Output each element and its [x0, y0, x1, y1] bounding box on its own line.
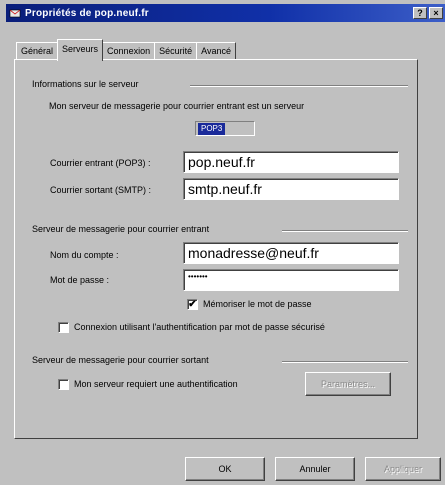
incoming-server-type-select[interactable]: POP3	[195, 121, 255, 136]
outgoing-server-label: Courrier sortant (SMTP) :	[50, 185, 152, 195]
remember-password-checkbox[interactable]: ✔	[187, 299, 198, 310]
spa-label: Connexion utilisant l'authentification p…	[74, 322, 325, 332]
account-name-label: Nom du compte :	[50, 250, 119, 260]
tab-general[interactable]: Général	[16, 42, 59, 60]
outgoing-server-field[interactable]: smtp.neuf.fr	[183, 178, 399, 200]
outgoing-settings-button[interactable]: Paramètres...	[305, 372, 391, 396]
group-divider	[190, 85, 408, 87]
password-field[interactable]: •••••••	[183, 269, 399, 291]
apply-button[interactable]: Appliquer	[365, 457, 441, 481]
tab-servers[interactable]: Serveurs	[57, 39, 104, 61]
window-title: Propriétés de pop.neuf.fr	[25, 7, 149, 19]
group-divider	[282, 361, 408, 363]
outgoing-auth-label: Mon serveur requiert une authentificatio…	[74, 379, 238, 389]
tab-security[interactable]: Sécurité	[154, 42, 198, 60]
spa-checkbox[interactable]	[58, 322, 69, 333]
incoming-server-heading: Serveur de messagerie pour courrier entr…	[32, 224, 210, 234]
incoming-type-text: Mon serveur de messagerie pour courrier …	[49, 101, 305, 111]
incoming-server-label: Courrier entrant (POP3) :	[50, 158, 151, 168]
close-button[interactable]: ×	[429, 7, 443, 19]
ok-button[interactable]: OK	[185, 457, 265, 481]
password-label: Mot de passe :	[50, 275, 110, 285]
incoming-server-field[interactable]: pop.neuf.fr	[183, 151, 399, 173]
incoming-server-type-value: POP3	[198, 123, 226, 135]
group-divider	[282, 230, 408, 232]
help-button[interactable]: ?	[413, 7, 427, 19]
remember-password-label: Mémoriser le mot de passe	[203, 299, 312, 309]
tab-advanced[interactable]: Avancé	[196, 42, 236, 60]
account-name-field[interactable]: monadresse@neuf.fr	[183, 242, 399, 264]
tab-connection[interactable]: Connexion	[102, 42, 156, 60]
title-bar: Propriétés de pop.neuf.fr ? ×	[6, 4, 445, 22]
server-info-heading: Informations sur le serveur	[32, 79, 139, 89]
outgoing-server-heading: Serveur de messagerie pour courrier sort…	[32, 355, 209, 365]
tab-strip: Général Serveurs Connexion Sécurité Avan…	[16, 38, 236, 61]
cancel-button[interactable]: Annuler	[275, 457, 355, 481]
mail-app-icon	[9, 9, 21, 18]
properties-dialog: Propriétés de pop.neuf.fr ? × Général Se…	[0, 0, 445, 485]
outgoing-auth-checkbox[interactable]	[58, 379, 69, 390]
